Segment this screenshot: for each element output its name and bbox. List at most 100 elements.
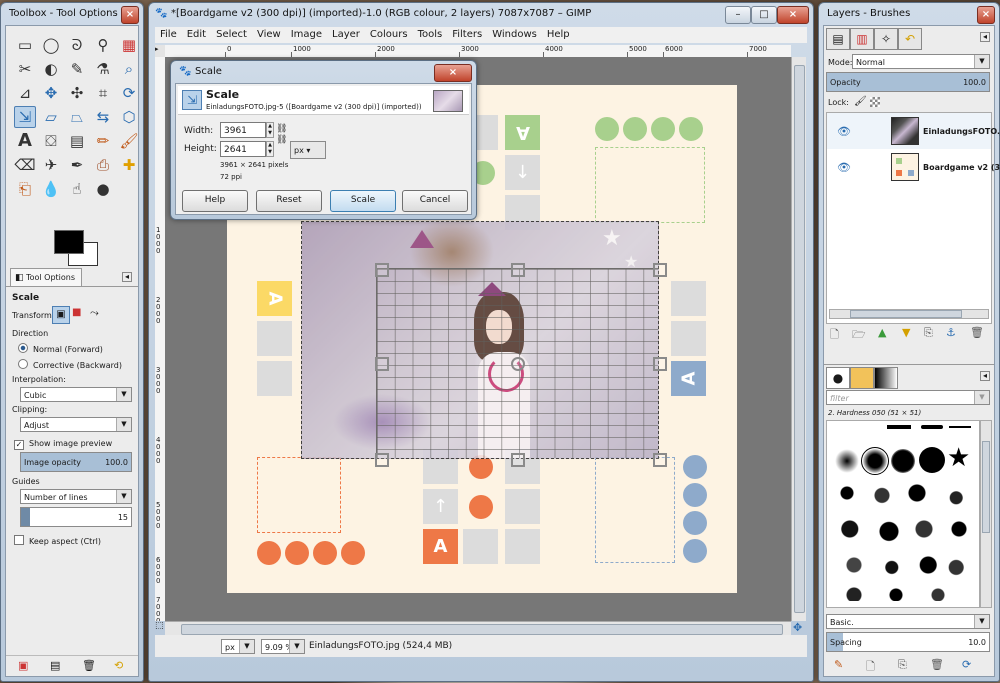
scale-tool-icon[interactable]: ⇲ — [14, 106, 36, 128]
lock-alpha-icon[interactable] — [870, 97, 880, 107]
zoom-icon[interactable]: ⌕ — [118, 58, 140, 80]
reset-button[interactable]: Reset — [256, 190, 322, 212]
fg-bg-colors[interactable] — [54, 230, 98, 266]
measure-icon[interactable]: ⊿ — [14, 82, 36, 104]
menu-view[interactable]: View — [252, 27, 286, 43]
menu-image[interactable]: Image — [286, 27, 327, 43]
layer-opacity-slider[interactable]: Opacity 100.0 — [826, 72, 990, 92]
mode-select[interactable]: Normal ▼ — [852, 54, 990, 69]
unit-select[interactable]: px ▼ — [221, 639, 255, 654]
scrollbar-thumb[interactable] — [181, 624, 783, 635]
smudge-icon[interactable]: ☝ — [66, 178, 88, 200]
ellipse-select-icon[interactable]: ◯ — [40, 34, 62, 56]
raise-layer-icon[interactable]: ▲ — [878, 326, 886, 339]
delete-brush-icon[interactable]: 🗑 — [930, 658, 944, 671]
foreground-color-swatch[interactable] — [54, 230, 84, 254]
scale-handle-center[interactable] — [511, 357, 525, 371]
select-by-color-icon[interactable]: ▦ — [118, 34, 140, 56]
blend-icon[interactable]: ▤ — [66, 130, 88, 152]
image-titlebar[interactable]: 🐾 *[Boardgame v2 (300 dpi)] (imported)-1… — [149, 3, 813, 25]
new-brush-icon[interactable]: 🗋 — [866, 658, 875, 677]
navigate-icon[interactable]: ✥ — [793, 621, 802, 634]
scale-dialog-titlebar[interactable]: 🐾 Scale × — [171, 61, 476, 83]
spacing-slider[interactable]: Spacing 10.0 — [826, 632, 990, 652]
eye-icon[interactable]: 👁 — [837, 125, 851, 138]
close-button[interactable]: × — [121, 6, 139, 24]
width-spinner[interactable]: ▲ ▼ — [266, 122, 274, 138]
layers-titlebar[interactable]: Layers - Brushes × — [819, 3, 999, 25]
scale-handle-top-left[interactable] — [375, 263, 389, 277]
foreground-select-icon[interactable]: ◐ — [40, 58, 62, 80]
vertical-scrollbar[interactable] — [791, 57, 806, 621]
zoom-select[interactable]: 9.09 % ▼ — [261, 639, 305, 654]
image-opacity-slider[interactable]: Image opacity 100.0 — [20, 452, 132, 472]
unit-select[interactable]: px ▾ — [290, 141, 326, 159]
scale-handle-bottom-middle[interactable] — [511, 453, 525, 467]
scale-handle-mid-right[interactable] — [653, 357, 667, 371]
toolbox-titlebar[interactable]: Toolbox - Tool Options × — [1, 3, 143, 25]
scale-handle-bottom-right[interactable] — [653, 453, 667, 467]
tab-gradients[interactable] — [874, 367, 898, 389]
scale-button[interactable]: Scale — [330, 190, 396, 212]
clipping-select[interactable]: Adjust ▼ — [20, 417, 132, 432]
rect-select-icon[interactable]: ▭ — [14, 34, 36, 56]
menu-tools[interactable]: Tools — [413, 27, 448, 43]
save-options-icon[interactable]: ▣ — [18, 659, 28, 672]
bucket-fill-icon[interactable]: ⛋ — [40, 130, 62, 152]
tab-undo[interactable]: ↶ — [898, 28, 922, 50]
minimize-button[interactable]: – — [725, 6, 751, 24]
close-button[interactable]: × — [777, 6, 809, 24]
menu-file[interactable]: File — [155, 27, 182, 43]
chain-link-icon[interactable]: ⛓ ⛓ — [276, 124, 287, 146]
guides-select[interactable]: Number of lines ▼ — [20, 489, 132, 504]
tab-paths[interactable]: ✧ — [874, 28, 898, 50]
close-button[interactable]: × — [977, 6, 995, 24]
scale-handle-top-right[interactable] — [653, 263, 667, 277]
color-picker-icon[interactable]: ⚗ — [92, 58, 114, 80]
help-button[interactable]: Help — [182, 190, 248, 212]
panel-menu-icon[interactable]: ◂ — [980, 371, 990, 381]
scissors-icon[interactable]: ✂ — [14, 58, 36, 80]
eye-icon[interactable]: 👁 — [837, 161, 851, 174]
clone-icon[interactable]: ⎙ — [92, 154, 114, 176]
menu-help[interactable]: Help — [542, 27, 575, 43]
text-icon[interactable]: A — [14, 130, 36, 152]
delete-options-icon[interactable]: 🗑 — [82, 659, 96, 672]
keep-aspect-checkbox[interactable]: Keep aspect (Ctrl) — [14, 535, 101, 546]
panel-menu-icon[interactable]: ◂ — [122, 272, 132, 282]
cage-icon[interactable]: ⬡ — [118, 106, 140, 128]
menu-windows[interactable]: Windows — [487, 27, 542, 43]
shear-icon[interactable]: ▱ — [40, 106, 62, 128]
width-input[interactable]: 3961 — [220, 122, 266, 138]
blur-icon[interactable]: 💧 — [40, 178, 62, 200]
transform-selection-icon[interactable]: ■ — [72, 307, 81, 318]
refresh-brushes-icon[interactable]: ⟳ — [962, 658, 971, 671]
photo-layer[interactable]: ★ ★ — [301, 221, 659, 459]
heal-icon[interactable]: ✚ — [118, 154, 140, 176]
new-group-icon[interactable]: 🗁 — [852, 326, 866, 345]
panel-menu-icon[interactable]: ◂ — [980, 32, 990, 42]
menu-colours[interactable]: Colours — [365, 27, 413, 43]
lower-layer-icon[interactable]: ▼ — [902, 326, 910, 339]
guides-count-slider[interactable]: 15 — [20, 507, 132, 527]
layer-name[interactable]: EinladungsFOTO.jp — [923, 127, 1000, 136]
height-input[interactable]: 2641 — [220, 141, 266, 157]
delete-layer-icon[interactable]: 🗑 — [970, 326, 984, 339]
interpolation-select[interactable]: Cubic ▼ — [20, 387, 132, 402]
height-spinner[interactable]: ▲ ▼ — [266, 141, 274, 157]
new-layer-icon[interactable]: 🗋 — [830, 326, 839, 345]
ink-icon[interactable]: ✒ — [66, 154, 88, 176]
menu-layer[interactable]: Layer — [327, 27, 365, 43]
scale-handle-top-middle[interactable] — [511, 263, 525, 277]
tab-brushes[interactable]: ● — [826, 367, 850, 389]
flip-icon[interactable]: ⇆ — [92, 106, 114, 128]
airbrush-icon[interactable]: ✈ — [40, 154, 62, 176]
layer-row[interactable]: 👁 EinladungsFOTO.jp — [827, 113, 1000, 149]
eraser-icon[interactable]: ⌫ — [14, 154, 36, 176]
scrollbar-thumb[interactable] — [794, 65, 805, 613]
menu-select[interactable]: Select — [211, 27, 252, 43]
show-preview-checkbox[interactable]: ✓ Show image preview — [14, 439, 112, 450]
perspective-clone-icon[interactable]: ⎗ — [14, 178, 36, 200]
perspective-icon[interactable]: ⏢ — [66, 106, 88, 128]
rotate-icon[interactable]: ⟳ — [118, 82, 140, 104]
